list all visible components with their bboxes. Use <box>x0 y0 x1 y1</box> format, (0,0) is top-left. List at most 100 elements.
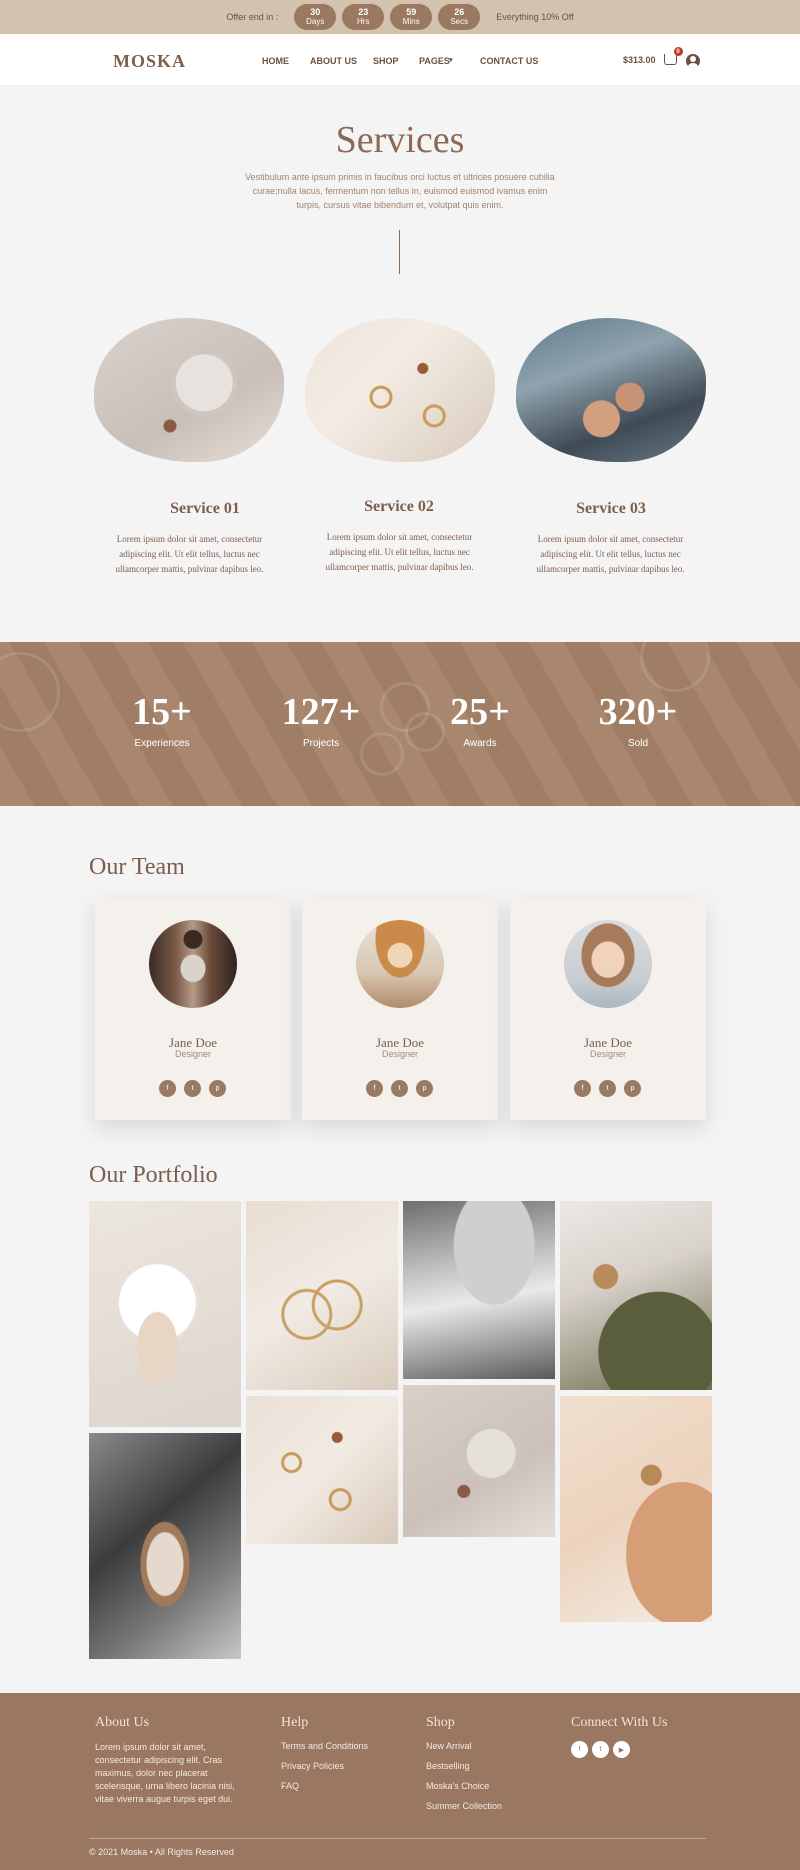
pinterest-icon[interactable]: p <box>209 1080 226 1097</box>
footer-about: About Us Lorem ipsum dolor sit amet, con… <box>95 1715 235 1806</box>
service-title-2: Service 02 <box>364 498 434 515</box>
service-image-3 <box>516 318 706 462</box>
nav-home[interactable]: HOME <box>262 56 310 66</box>
footer-link-faq[interactable]: FAQ <box>281 1781 368 1791</box>
avatar <box>564 920 652 1008</box>
pinterest-icon[interactable]: p <box>624 1080 641 1097</box>
facebook-icon[interactable]: f <box>574 1080 591 1097</box>
portfolio-image[interactable] <box>560 1201 712 1390</box>
site-header: MOSKA HOME ABOUT US SHOP PAGES ▾ CONTACT… <box>0 34 800 86</box>
footer-link-terms[interactable]: Terms and Conditions <box>281 1741 368 1751</box>
facebook-icon[interactable]: f <box>159 1080 176 1097</box>
stat-experiences: 15+ Experiences <box>92 692 232 749</box>
offer-label: Offer end in : <box>226 12 279 22</box>
footer-shop: Shop New Arrival Bestselling Moska's Cho… <box>426 1715 502 1821</box>
portfolio-image[interactable] <box>89 1433 241 1659</box>
portfolio-image[interactable] <box>403 1385 555 1537</box>
logo[interactable]: MOSKA <box>113 51 186 72</box>
member-socials: f t p <box>366 1080 433 1097</box>
avatar <box>356 920 444 1008</box>
stat-number: 127+ <box>281 691 361 733</box>
stat-sold: 320+ Sold <box>568 692 708 749</box>
portfolio-image[interactable] <box>403 1201 555 1379</box>
stats-banner: 15+ Experiences 127+ Projects 25+ Awards… <box>0 642 800 806</box>
footer-link-moskas-choice[interactable]: Moska's Choice <box>426 1781 502 1791</box>
promo-text: Everything 10% Off <box>496 12 574 22</box>
team-card: Jane Doe Designer f t p <box>95 898 291 1120</box>
member-socials: f t p <box>574 1080 641 1097</box>
offer-bar: Offer end in : 30 Days 23 Hrs 59 Mins 26 Sec… <box>0 0 800 34</box>
services-title: Services <box>335 119 465 161</box>
divider-line <box>399 230 400 274</box>
portfolio-image[interactable] <box>246 1201 398 1390</box>
footer-divider <box>89 1838 706 1839</box>
footer-shop-title: Shop <box>426 1715 455 1730</box>
cart-total: $313.00 <box>623 54 656 65</box>
twitter-icon[interactable]: t <box>592 1741 609 1758</box>
service-image-1 <box>94 318 284 462</box>
countdown-hours: 23 Hrs <box>342 4 385 30</box>
stat-awards: 25+ Awards <box>410 692 550 749</box>
footer-link-bestselling[interactable]: Bestselling <box>426 1761 502 1771</box>
footer-link-privacy[interactable]: Privacy Policies <box>281 1761 368 1771</box>
user-icon[interactable] <box>686 54 700 68</box>
countdown-seconds: 26 Secs <box>438 4 481 30</box>
portfolio-title: Our Portfolio <box>89 1162 218 1188</box>
stat-label: Awards <box>463 738 497 749</box>
footer-help-title: Help <box>281 1715 309 1730</box>
portfolio-image[interactable] <box>560 1396 712 1622</box>
services-description: Vestibulum ante ipsum primis in faucibus… <box>245 172 555 210</box>
footer-help: Help Terms and Conditions Privacy Polici… <box>281 1715 368 1801</box>
youtube-icon[interactable]: ▶ <box>613 1741 630 1758</box>
member-role: Designer <box>174 1049 212 1059</box>
stat-number: 320+ <box>598 691 678 733</box>
footer-connect-title: Connect With Us <box>571 1715 668 1730</box>
team-card: Jane Doe Designer f t p <box>510 898 706 1120</box>
service-text-1: Lorem ipsum dolor sit amet, consectetur … <box>115 534 264 574</box>
nav-about-us[interactable]: ABOUT US <box>310 56 373 66</box>
copyright: © 2021 Moska • All Rights Reserved <box>89 1847 234 1857</box>
team-title: Our Team <box>89 854 185 880</box>
twitter-icon[interactable]: t <box>184 1080 201 1097</box>
twitter-icon[interactable]: t <box>391 1080 408 1097</box>
service-title-3: Service 03 <box>576 500 646 517</box>
service-title-1: Service 01 <box>170 500 240 517</box>
member-role: Designer <box>589 1049 627 1059</box>
stat-number: 25+ <box>450 691 510 733</box>
service-text-3: Lorem ipsum dolor sit amet, consectetur … <box>536 534 685 574</box>
footer-about-title: About Us <box>95 1715 150 1730</box>
facebook-icon[interactable]: f <box>571 1741 588 1758</box>
stat-projects: 127+ Projects <box>251 692 391 749</box>
footer-link-new-arrival[interactable]: New Arrival <box>426 1741 502 1751</box>
footer-connect: Connect With Us f t ▶ <box>571 1715 667 1758</box>
countdown-days: 30 Days <box>294 4 337 30</box>
facebook-icon[interactable]: f <box>366 1080 383 1097</box>
portfolio-image[interactable] <box>246 1396 398 1544</box>
stat-number: 15+ <box>132 691 192 733</box>
team-card: Jane Doe Designer f t p <box>302 898 498 1120</box>
main-nav: HOME ABOUT US SHOP PAGES ▾ CONTACT US <box>262 56 550 66</box>
pinterest-icon[interactable]: p <box>416 1080 433 1097</box>
cart-icon: 0 <box>663 47 683 65</box>
footer-socials: f t ▶ <box>571 1741 667 1758</box>
countdown-minutes: 59 Mins <box>390 4 433 30</box>
cart-button[interactable]: $313.00 0 <box>623 47 683 65</box>
nav-shop[interactable]: SHOP <box>373 56 419 66</box>
twitter-icon[interactable]: t <box>599 1080 616 1097</box>
footer-about-text: Lorem ipsum dolor sit amet, consectetur … <box>95 1742 235 1804</box>
stat-label: Projects <box>302 738 340 749</box>
portfolio-image[interactable] <box>89 1201 241 1427</box>
member-role: Designer <box>381 1049 419 1059</box>
service-text-2: Lorem ipsum dolor sit amet, consectetur … <box>325 532 474 572</box>
site-footer: About Us Lorem ipsum dolor sit amet, con… <box>0 1693 800 1870</box>
nav-contact-us[interactable]: CONTACT US <box>480 56 550 66</box>
nav-pages[interactable]: PAGES <box>419 56 450 66</box>
footer-link-summer-collection[interactable]: Summer Collection <box>426 1801 502 1811</box>
member-socials: f t p <box>159 1080 226 1097</box>
stat-label: Sold <box>627 738 648 749</box>
stat-label: Experiences <box>134 738 190 749</box>
chevron-down-icon[interactable]: ▾ <box>449 56 480 66</box>
service-image-2 <box>305 318 495 462</box>
avatar <box>149 920 237 1008</box>
cart-count-badge: 0 <box>673 47 683 56</box>
